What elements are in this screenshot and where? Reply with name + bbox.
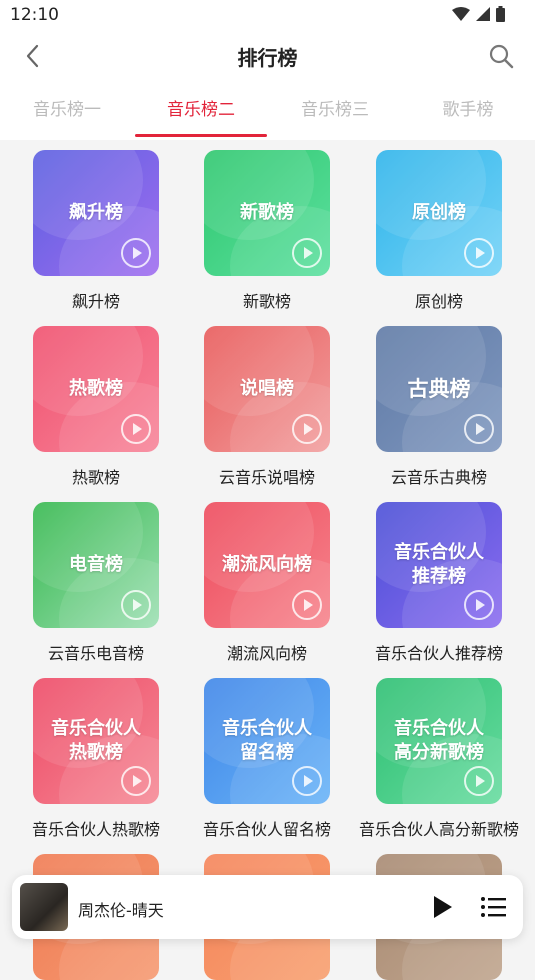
- chart-card-label: 音乐合伙人高分新歌榜: [358, 820, 519, 839]
- song-title[interactable]: 周杰伦-晴天: [78, 897, 164, 921]
- chart-card-label: 原创榜: [414, 292, 463, 311]
- play-circle-icon[interactable]: [292, 590, 322, 620]
- play-circle-icon[interactable]: [292, 414, 322, 444]
- chart-cover[interactable]: 音乐合伙人 热歌榜: [33, 678, 159, 804]
- album-cover[interactable]: [20, 883, 68, 931]
- chart-cover[interactable]: 电音榜: [33, 502, 159, 628]
- play-circle-icon[interactable]: [121, 238, 151, 268]
- tab-bar: 音乐榜一 音乐榜二 音乐榜三 歌手榜: [0, 96, 535, 140]
- header: 排行榜 音乐榜一 音乐榜二 音乐榜三 歌手榜: [0, 30, 535, 140]
- chart-cover[interactable]: 原创榜: [376, 150, 502, 276]
- chart-cover[interactable]: 热歌榜: [33, 326, 159, 452]
- chart-cover[interactable]: 飙升榜: [33, 150, 159, 276]
- tab-music-chart-3[interactable]: 音乐榜三: [268, 96, 402, 140]
- chart-cover[interactable]: 音乐合伙人 高分新歌榜: [376, 678, 502, 804]
- play-circle-icon[interactable]: [464, 238, 494, 268]
- play-circle-icon[interactable]: [464, 766, 494, 796]
- chart-card-label: 音乐合伙人推荐榜: [374, 644, 503, 663]
- chart-cover[interactable]: 音乐合伙人 留名榜: [204, 678, 330, 804]
- play-circle-icon[interactable]: [121, 414, 151, 444]
- play-icon[interactable]: [430, 895, 454, 919]
- playlist-icon[interactable]: [480, 895, 506, 919]
- play-circle-icon[interactable]: [121, 766, 151, 796]
- page-title: 排行榜: [237, 46, 298, 70]
- tab-active-indicator: [135, 134, 267, 137]
- battery-icon: [496, 6, 505, 22]
- status-icons: [452, 6, 505, 22]
- chart-cover[interactable]: 说唱榜: [204, 326, 330, 452]
- play-circle-icon[interactable]: [464, 414, 494, 444]
- tab-singer-chart[interactable]: 歌手榜: [401, 96, 535, 140]
- chart-card-label: 云音乐古典榜: [390, 468, 487, 487]
- chart-cover[interactable]: 音乐合伙人 推荐榜: [376, 502, 502, 628]
- chart-cover[interactable]: 潮流风向榜: [204, 502, 330, 628]
- play-circle-icon[interactable]: [292, 238, 322, 268]
- signal-icon: [476, 7, 490, 21]
- play-circle-icon[interactable]: [464, 590, 494, 620]
- status-time: 12:10: [10, 5, 59, 25]
- tab-music-chart-1[interactable]: 音乐榜一: [0, 96, 134, 140]
- search-icon[interactable]: [487, 42, 515, 70]
- mini-player[interactable]: 周杰伦-晴天: [12, 875, 523, 939]
- status-bar: 12:10: [0, 0, 535, 30]
- play-circle-icon[interactable]: [121, 590, 151, 620]
- chart-cover[interactable]: 新歌榜: [204, 150, 330, 276]
- play-circle-icon[interactable]: [292, 766, 322, 796]
- chart-cover[interactable]: 古典榜: [376, 326, 502, 452]
- wifi-icon: [452, 7, 470, 21]
